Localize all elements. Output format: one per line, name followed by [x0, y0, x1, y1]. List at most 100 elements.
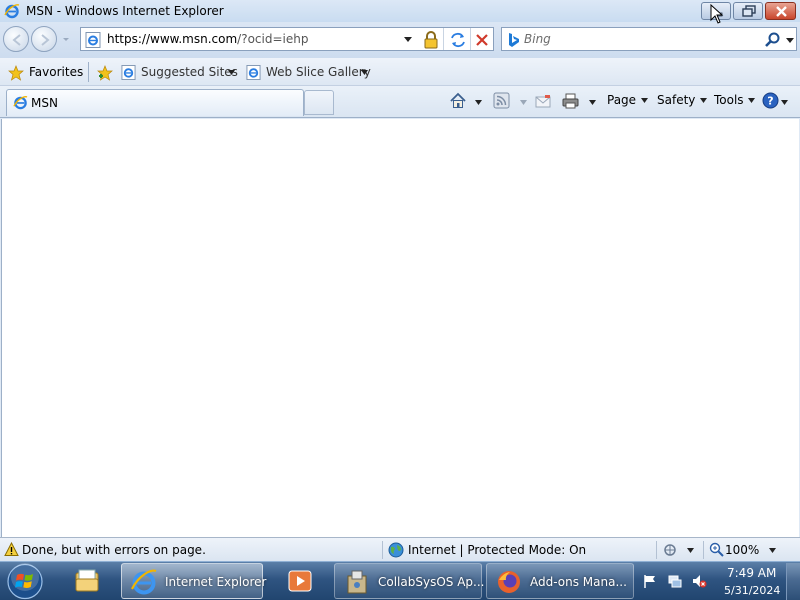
rss-feed-icon: [493, 92, 510, 109]
safety-dropdown-icon: [700, 98, 708, 103]
suggested-sites-link[interactable]: Suggested Sites: [141, 65, 238, 79]
navigation-bar: https://www.msn.com/?ocid=iehp: [0, 22, 800, 58]
show-desktop-button[interactable]: [786, 563, 800, 600]
help-icon: ?: [762, 92, 779, 109]
print-dropdown-icon[interactable]: [588, 99, 597, 119]
forward-button[interactable]: [31, 26, 57, 52]
tab-label: MSN: [31, 96, 58, 110]
tools-dropdown-icon: [748, 98, 756, 103]
bing-logo-icon: [509, 33, 519, 47]
favorites-button[interactable]: Favorites: [29, 65, 83, 79]
taskbar-media-player-button[interactable]: [278, 563, 324, 599]
back-button[interactable]: [3, 26, 29, 52]
safety-menu[interactable]: Safety: [657, 93, 708, 113]
address-separator: [443, 28, 444, 50]
taskbar-explorer-button[interactable]: [63, 563, 113, 599]
internet-globe-icon[interactable]: [388, 542, 404, 558]
back-arrow-icon: [12, 34, 21, 46]
mail-icon: [535, 95, 551, 108]
volume-muted-icon[interactable]: [691, 573, 707, 589]
taskbar: Internet Explorer CollabSysOS Ap... Add-…: [0, 561, 800, 600]
media-player-icon: [288, 570, 312, 592]
taskbar-item-collabsysos[interactable]: CollabSysOS Ap...: [334, 563, 485, 599]
taskbar-item-addons-manager[interactable]: Add-ons Mana...: [486, 563, 634, 599]
status-divider: [382, 541, 383, 559]
folder-libraries-icon: [75, 569, 99, 592]
firefox-icon: [498, 571, 520, 593]
start-button-windows-logo-icon[interactable]: [6, 563, 44, 600]
status-options-dropdown-icon[interactable]: [686, 547, 695, 554]
ie-logo-icon: [4, 4, 20, 19]
tab-msn[interactable]: MSN: [6, 89, 304, 116]
print-button[interactable]: [561, 92, 580, 112]
zoom-dropdown-icon[interactable]: [768, 547, 777, 554]
recent-pages-dropdown-icon[interactable]: [60, 34, 72, 44]
url-text[interactable]: https://www.msn.com/?ocid=iehp: [107, 32, 308, 46]
zoom-icon[interactable]: [709, 542, 724, 557]
mouse-cursor-icon: [710, 4, 724, 24]
page-menu[interactable]: Page: [607, 93, 649, 113]
window-title: MSN - Windows Internet Explorer: [26, 4, 224, 18]
taskbar-item-label: Internet Explorer: [165, 575, 267, 589]
feeds-dropdown-icon[interactable]: [519, 99, 528, 119]
action-center-flag-icon[interactable]: [642, 573, 658, 589]
ie-window: MSN - Windows Internet Explorer https://…: [0, 0, 800, 561]
help-button[interactable]: ?: [762, 92, 779, 112]
ie-page-icon: [85, 32, 101, 48]
address-dropdown-icon[interactable]: [403, 36, 413, 44]
status-divider: [703, 541, 704, 559]
web-slice-gallery-dropdown-icon[interactable]: [360, 69, 369, 76]
search-input[interactable]: [524, 30, 759, 48]
forward-arrow-icon: [41, 34, 50, 46]
warning-icon[interactable]: [4, 542, 19, 557]
status-bar: Done, but with errors on page. Internet …: [0, 537, 800, 561]
printer-icon: [562, 93, 579, 109]
search-icon[interactable]: [764, 31, 782, 49]
new-tab-button[interactable]: [304, 90, 334, 115]
read-mail-button[interactable]: [534, 92, 552, 112]
lock-icon[interactable]: [423, 31, 439, 49]
clock-time[interactable]: 7:49 AM: [727, 566, 776, 580]
close-button[interactable]: [765, 2, 796, 20]
favorites-star-icon[interactable]: [8, 65, 24, 81]
restore-icon: [742, 5, 756, 17]
close-icon: [776, 6, 787, 17]
tab-command-bar: MSN Page Safety Tools ?: [0, 86, 800, 118]
tools-menu[interactable]: Tools: [714, 93, 756, 113]
favorites-bar: Favorites Suggested Sites Web Slice Gall…: [0, 58, 800, 86]
status-message: Done, but with errors on page.: [22, 543, 206, 557]
title-bar[interactable]: MSN - Windows Internet Explorer: [0, 0, 800, 22]
svg-text:?: ?: [767, 95, 773, 108]
protected-mode-icon[interactable]: [662, 542, 678, 558]
favorites-divider: [88, 62, 89, 82]
stop-icon[interactable]: [473, 31, 491, 49]
ie-logo-icon: [13, 96, 28, 110]
web-slice-gallery-link[interactable]: Web Slice Gallery: [266, 65, 371, 79]
suggested-sites-dropdown-icon[interactable]: [227, 69, 236, 76]
address-bar[interactable]: https://www.msn.com/?ocid=iehp: [80, 27, 494, 51]
page-dropdown-icon: [640, 98, 648, 103]
ie-page-icon: [121, 65, 136, 80]
status-divider: [656, 541, 657, 559]
address-separator: [470, 28, 471, 50]
network-icon[interactable]: [667, 573, 683, 589]
search-box[interactable]: [501, 27, 797, 51]
zoom-level[interactable]: 100%: [725, 543, 759, 557]
installer-package-icon: [347, 570, 367, 594]
ie-page-icon: [246, 65, 261, 80]
ie-logo-icon: [131, 569, 157, 595]
clock-date[interactable]: 5/31/2024: [724, 584, 780, 597]
refresh-icon[interactable]: [449, 31, 467, 49]
page-content[interactable]: [1, 119, 799, 537]
home-button[interactable]: [449, 92, 467, 112]
taskbar-item-label: Add-ons Mana...: [530, 575, 627, 589]
home-dropdown-icon[interactable]: [474, 99, 483, 119]
add-to-favorites-bar-icon[interactable]: [96, 64, 114, 82]
taskbar-item-internet-explorer[interactable]: Internet Explorer: [121, 563, 267, 599]
security-zone-text[interactable]: Internet | Protected Mode: On: [408, 543, 586, 557]
restore-button[interactable]: [733, 2, 763, 20]
feeds-button[interactable]: [493, 92, 510, 112]
taskbar-item-label: CollabSysOS Ap...: [378, 575, 485, 589]
help-dropdown-icon[interactable]: [780, 99, 789, 119]
search-options-dropdown-icon[interactable]: [785, 37, 795, 45]
